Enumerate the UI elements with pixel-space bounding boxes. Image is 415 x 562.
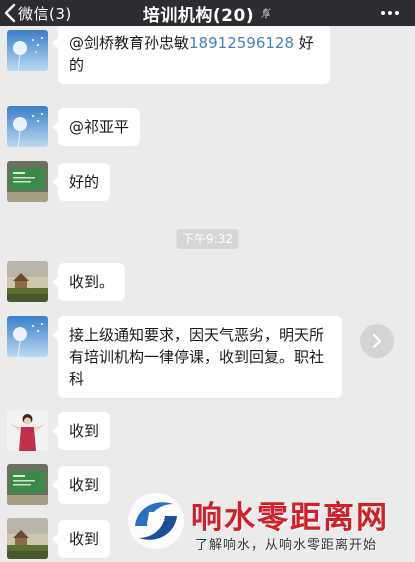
landscape-avatar[interactable] (7, 261, 48, 302)
more-dot-icon (381, 11, 385, 15)
phone-number-link[interactable]: 18912596128 (189, 34, 294, 52)
message-text: 好的 (69, 173, 100, 191)
message-bubble[interactable]: 收到。 (51, 263, 126, 301)
chat-message-list[interactable]: @剑桥教育孙忠敏18912596128 好的 @祁亚平 好的 下午9:32 收到… (0, 26, 415, 562)
chat-title-container: 培训机构(20) (0, 0, 415, 26)
dandelion-avatar[interactable] (7, 316, 48, 357)
message-text: 收到 (69, 530, 100, 548)
message-bubble[interactable]: @祁亚平 (51, 108, 141, 146)
message-bubble[interactable]: 收到 (51, 412, 111, 450)
message-text: @剑桥教育孙忠敏 (69, 34, 190, 52)
mute-bell-icon (260, 7, 272, 19)
more-dot-icon (395, 11, 399, 15)
message-bubble[interactable]: 收到 (51, 520, 111, 558)
chevron-right-icon (373, 334, 381, 348)
message-bubble[interactable]: @剑桥教育孙忠敏18912596128 好的 (52, 26, 330, 84)
announcement-message-bubble[interactable]: 接上级通知要求，因天气恶劣，明天所有培训机构一律停课，收到回复。职社科 (52, 316, 342, 398)
message-text: 收到 (69, 476, 100, 494)
time-divider: 下午9:32 (176, 229, 239, 249)
chat-title: 培训机构(20) (142, 5, 255, 26)
top-navigation-bar: 微信(3) 培训机构(20) (0, 0, 415, 26)
message-text: 接上级通知要求，因天气恶劣，明天所有培训机构一律停课，收到回复。职社科 (69, 326, 325, 388)
green-board-avatar[interactable] (7, 161, 48, 202)
more-options-button[interactable] (377, 0, 403, 26)
more-dot-icon (388, 11, 392, 15)
dandelion-avatar[interactable] (7, 106, 48, 147)
forward-button[interactable] (360, 324, 394, 358)
landscape-avatar[interactable] (7, 518, 48, 559)
message-text: @祁亚平 (69, 118, 130, 136)
green-board-avatar[interactable] (7, 464, 48, 505)
watermark-logo-icon (128, 493, 184, 549)
site-watermark: 响水零距离网 了解响水，从响水零距离开始 (125, 490, 415, 562)
message-bubble[interactable]: 好的 (51, 163, 111, 201)
message-text: 收到 (69, 422, 100, 440)
message-bubble[interactable]: 收到 (51, 466, 111, 504)
watermark-slogan: 了解响水，从响水零距离开始 (195, 538, 378, 553)
message-text: 收到。 (69, 273, 115, 291)
woman-red-avatar[interactable] (7, 410, 48, 451)
dandelion-avatar[interactable] (7, 30, 48, 71)
watermark-title: 响水零距离网 (191, 500, 389, 536)
